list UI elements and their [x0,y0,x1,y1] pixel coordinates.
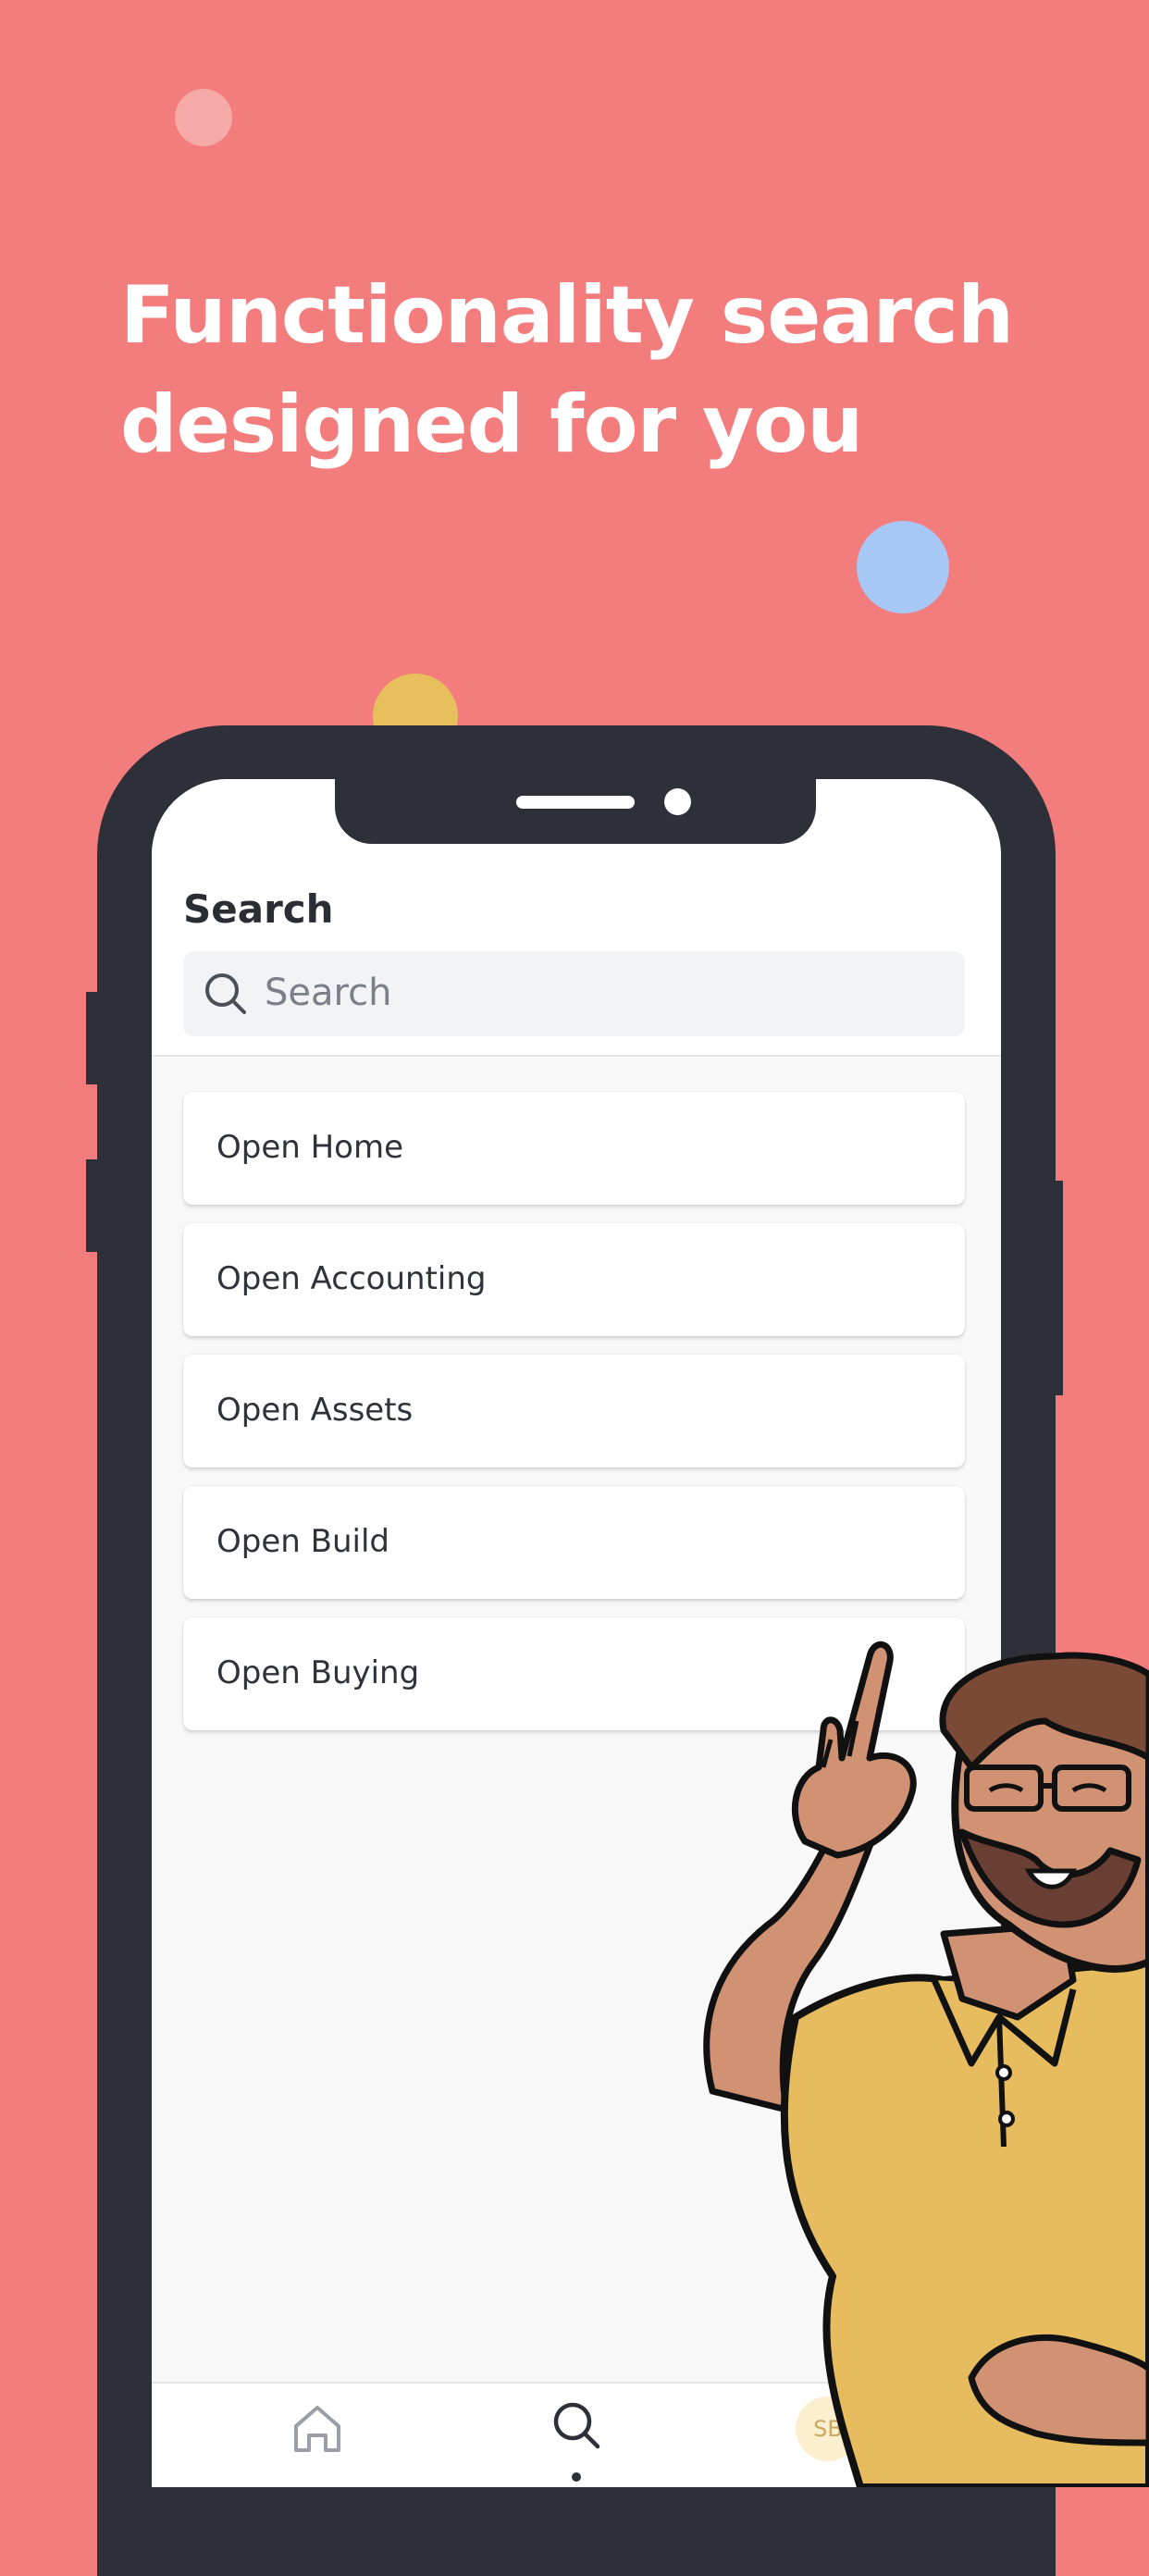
decor-circle-blue [857,521,949,613]
phone-speaker [516,796,635,809]
search-tab-icon[interactable] [550,2398,605,2454]
list-item-label: Open Accounting [216,1260,487,1297]
search-placeholder: Search [265,972,392,1014]
hero-headline-line2: designed for you [120,378,863,471]
hero-headline-line1: Functionality search [120,269,1014,362]
search-input[interactable]: Search [183,951,965,1036]
list-item[interactable]: Open Build [183,1486,965,1599]
hero-headline: Functionality search designed for you [120,261,1045,479]
list-item[interactable]: Open Assets [183,1355,965,1468]
list-item[interactable]: Open Accounting [183,1223,965,1336]
character-illustration [703,1641,1149,2487]
list-item-label: Open Assets [216,1392,414,1429]
list-item-label: Open Buying [216,1654,420,1691]
list-item-label: Open Home [216,1129,404,1166]
search-icon [205,973,246,1014]
list-item[interactable]: Open Home [183,1092,965,1205]
decor-circle-pink [175,89,232,146]
phone-notch [335,779,816,844]
phone-camera [664,788,691,815]
active-tab-indicator [572,2472,581,2482]
list-item-label: Open Build [216,1523,389,1560]
home-icon[interactable] [289,2400,346,2458]
page-title: Search [183,886,334,932]
